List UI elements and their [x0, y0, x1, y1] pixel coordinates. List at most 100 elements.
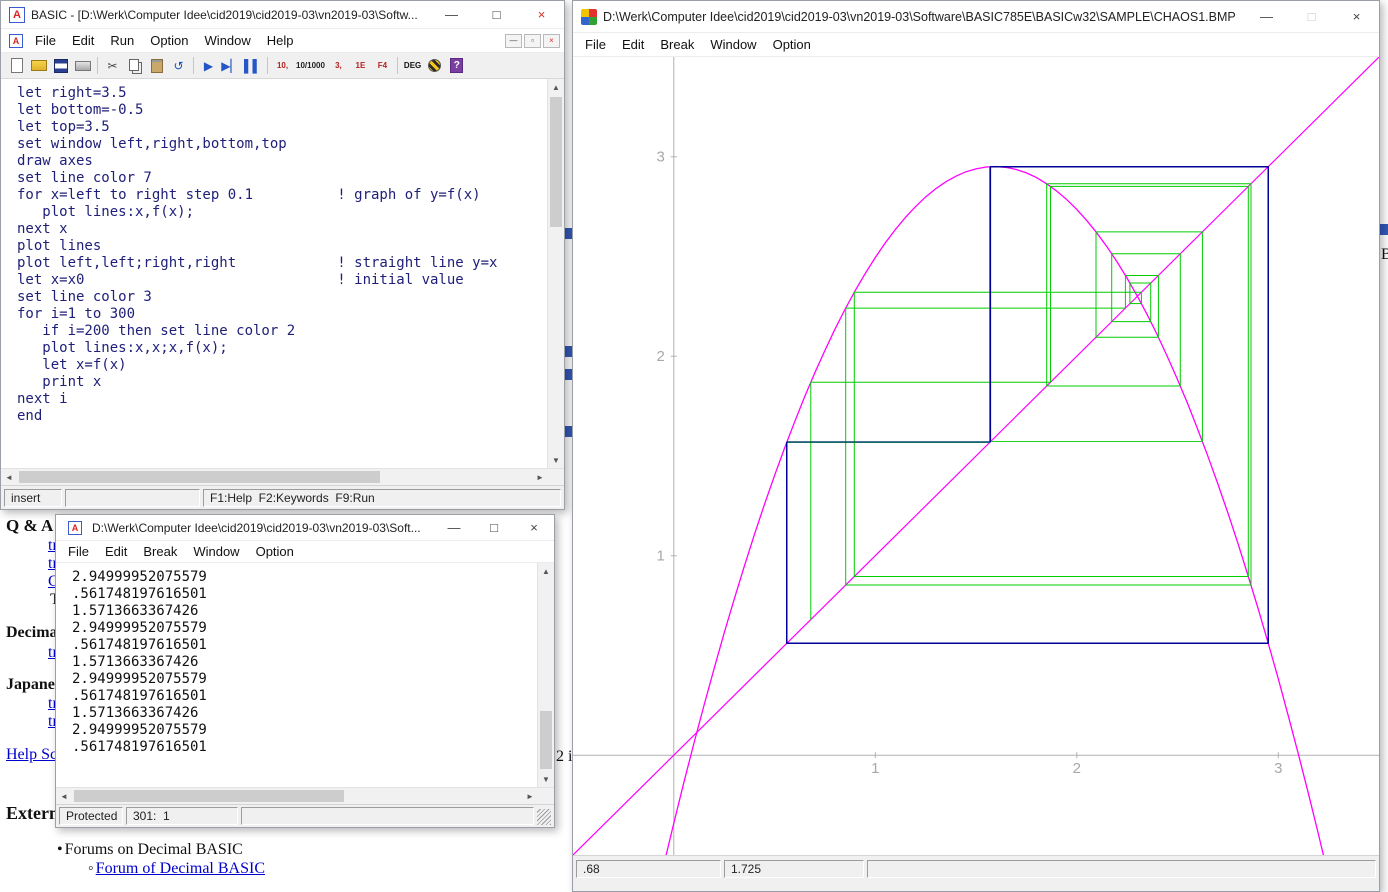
minimize-button[interactable]: — — [434, 515, 474, 540]
minimize-button[interactable]: — — [429, 1, 474, 28]
close-button[interactable]: × — [1334, 1, 1379, 32]
y-tick-label: 1 — [656, 548, 664, 565]
output-vscrollbar[interactable]: ▲ ▼ — [537, 563, 554, 787]
step-icon[interactable]: ▶▏ — [220, 56, 241, 76]
status-blank-cell — [241, 807, 534, 825]
menu-window[interactable]: Window — [185, 542, 247, 561]
maximize-button[interactable]: □ — [474, 1, 519, 28]
editor-hscrollbar[interactable]: ◄ ► — [1, 468, 564, 485]
ide-titlebar[interactable]: A BASIC - [D:\Werk\Computer Idee\cid2019… — [1, 1, 564, 29]
background-fragment-text[interactable]: Forum of Decimal BASIC — [96, 860, 265, 877]
background-link[interactable]: Help Sc — [6, 746, 57, 764]
decimal-mode-icon[interactable]: 10, — [272, 56, 293, 76]
run-icon[interactable]: ▶ — [198, 56, 219, 76]
exponent-mode-icon[interactable]: 1E — [350, 56, 371, 76]
scroll-up-icon[interactable]: ▲ — [538, 563, 554, 579]
graphics-titlebar[interactable]: D:\Werk\Computer Idee\cid2019\cid2019-03… — [573, 1, 1379, 33]
scroll-right-icon[interactable]: ► — [522, 788, 538, 804]
background-fragment-text[interactable]: Help Sc — [6, 746, 57, 763]
code-line: plot lines:x,x;x,f(x); — [17, 340, 547, 357]
vscroll-thumb[interactable] — [550, 97, 562, 227]
close-button[interactable]: × — [514, 515, 554, 540]
output-line: 2.94999952075579 — [72, 569, 537, 586]
menu-edit[interactable]: Edit — [97, 542, 135, 561]
menu-file[interactable]: File — [60, 542, 97, 561]
minimize-button[interactable]: — — [1244, 1, 1289, 32]
debug-bee-icon[interactable] — [424, 56, 445, 76]
resize-grip[interactable] — [537, 809, 551, 825]
output-line: .561748197616501 — [72, 586, 537, 603]
close-button[interactable]: × — [519, 1, 564, 28]
scroll-down-icon[interactable]: ▼ — [548, 452, 564, 468]
thousand-mode-icon[interactable]: 10/1000 — [294, 56, 327, 76]
ide-toolbar: ✂ ↺ ▶▶▏▌▌ 10,10/10003,1EF4 DEG? — [1, 53, 564, 79]
menu-window[interactable]: Window — [702, 35, 764, 54]
background-text: B — [1381, 246, 1388, 264]
hscroll-track[interactable] — [72, 788, 522, 804]
pause-icon[interactable]: ▌▌ — [242, 56, 263, 76]
scroll-left-icon[interactable]: ◄ — [1, 469, 17, 485]
plot-area[interactable]: 123123 — [573, 57, 1379, 855]
code-line: for x=left to right step 0.1 ! graph of … — [17, 187, 547, 204]
menu-break[interactable]: Break — [135, 542, 185, 561]
background-fragment-text: Decima — [6, 624, 58, 641]
output-text[interactable]: 2.94999952075579.5617481976165011.571366… — [56, 563, 537, 787]
figure-mode-icon[interactable]: F4 — [372, 56, 393, 76]
output-line: 1.5713663367426 — [72, 705, 537, 722]
menu-run[interactable]: Run — [102, 31, 142, 50]
code-line: let right=3.5 — [17, 85, 547, 102]
menu-help[interactable]: Help — [259, 31, 302, 50]
new-file-icon[interactable] — [6, 56, 27, 76]
save-file-icon[interactable] — [50, 56, 71, 76]
menu-edit[interactable]: Edit — [614, 35, 652, 54]
background-text: Extern — [6, 803, 59, 824]
maximize-button[interactable]: □ — [474, 515, 514, 540]
menu-option[interactable]: Option — [765, 35, 819, 54]
code-editor[interactable]: let right=3.5let bottom=-0.5let top=3.5s… — [1, 79, 547, 468]
scrollbar-corner — [548, 469, 564, 485]
undo-icon[interactable]: ↺ — [168, 56, 189, 76]
output-statusbar: Protected 301: 1 — [56, 804, 554, 827]
menu-file[interactable]: File — [27, 31, 64, 50]
hscroll-track[interactable] — [17, 469, 532, 485]
output-line: .561748197616501 — [72, 637, 537, 654]
menu-option[interactable]: Option — [142, 31, 196, 50]
menu-window[interactable]: Window — [197, 31, 259, 50]
open-file-icon[interactable] — [28, 56, 49, 76]
menu-option[interactable]: Option — [248, 542, 302, 561]
hscroll-thumb[interactable] — [19, 471, 380, 483]
output-hscrollbar[interactable]: ◄ ► — [56, 787, 554, 804]
print-icon[interactable] — [72, 56, 93, 76]
chaos-plot: 123123 — [573, 57, 1379, 855]
code-line: draw axes — [17, 153, 547, 170]
copy-icon[interactable] — [124, 56, 145, 76]
mdi-restore-button[interactable]: ▫ — [524, 34, 541, 48]
mdi-minimize-button[interactable]: — — [505, 34, 522, 48]
code-line: plot lines — [17, 238, 547, 255]
output-titlebar[interactable]: A D:\Werk\Computer Idee\cid2019\cid2019-… — [56, 515, 554, 541]
rational-mode-icon[interactable]: 3, — [328, 56, 349, 76]
vscroll-track[interactable] — [538, 579, 554, 771]
vscroll-thumb[interactable] — [540, 711, 552, 769]
background-link[interactable]: ◦ Forum of Decimal BASIC — [88, 860, 265, 878]
scroll-down-icon[interactable]: ▼ — [538, 771, 554, 787]
menu-edit[interactable]: Edit — [64, 31, 102, 50]
output-line: 2.94999952075579 — [72, 722, 537, 739]
cut-icon[interactable]: ✂ — [102, 56, 123, 76]
scroll-right-icon[interactable]: ► — [532, 469, 548, 485]
status-message — [867, 860, 1376, 878]
scroll-up-icon[interactable]: ▲ — [548, 79, 564, 95]
menu-file[interactable]: File — [577, 35, 614, 54]
scrollbar-corner — [538, 788, 554, 804]
menu-break[interactable]: Break — [652, 35, 702, 54]
help-book-icon[interactable]: ? — [446, 56, 467, 76]
degree-mode-icon[interactable]: DEG — [402, 56, 423, 76]
editor-vscrollbar[interactable]: ▲ ▼ — [547, 79, 564, 468]
code-line: print x — [17, 374, 547, 391]
hscroll-thumb[interactable] — [74, 790, 344, 802]
mdi-close-button[interactable]: × — [543, 34, 560, 48]
background-text: Q & A — [6, 516, 53, 536]
paste-icon[interactable] — [146, 56, 167, 76]
vscroll-track[interactable] — [548, 95, 564, 452]
scroll-left-icon[interactable]: ◄ — [56, 788, 72, 804]
